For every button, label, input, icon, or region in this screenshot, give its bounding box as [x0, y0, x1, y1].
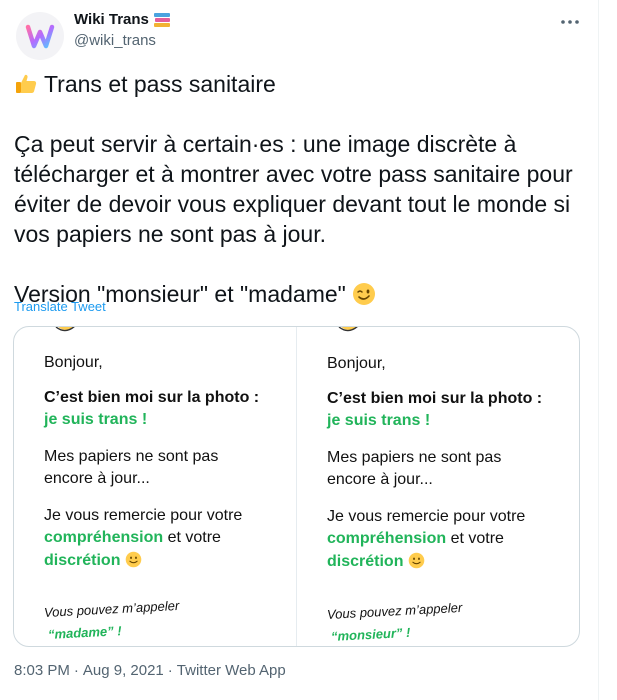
- winking-face-icon: [353, 283, 376, 305]
- card-thanks-line-2: compréhension et votre: [44, 529, 221, 547]
- card-thanks-line-3: discrétion: [44, 551, 142, 570]
- card-trans-line: je suis trans !: [44, 411, 148, 428]
- tweet: Wiki Trans @wiki_trans Trans et pass san…: [0, 0, 599, 700]
- media-grid[interactable]: Bonjour, C’est bien moi sur la photo : j…: [13, 326, 580, 647]
- card-photo-line: C’est bien moi sur la photo :: [327, 390, 543, 407]
- card-papers-line-2: encore à jour...: [44, 470, 150, 487]
- media-image-madame[interactable]: Bonjour, C’est bien moi sur la photo : j…: [14, 327, 296, 646]
- media-image-monsieur[interactable]: Bonjour, C’est bien moi sur la photo : j…: [297, 327, 579, 646]
- card-call-line: Vous pouvez m’appeler: [326, 599, 463, 622]
- avatar[interactable]: [16, 12, 64, 60]
- card-discretion: discrétion: [44, 552, 121, 569]
- more-horizontal-icon[interactable]: [558, 10, 582, 34]
- card-comprehension: compréhension: [44, 529, 164, 546]
- card-thanks-line-1: Je vous remercie pour votre: [327, 508, 526, 525]
- author-name-row: Wiki Trans: [74, 11, 171, 28]
- card-and: et votre: [163, 529, 221, 546]
- card-comprehension: compréhension: [327, 530, 447, 547]
- thumbs-up-icon: [16, 74, 37, 93]
- tweet-meta: 8:03 PM · Aug 9, 2021 · Twitter Web App: [14, 662, 286, 679]
- wiki-trans-logo-icon: [25, 24, 55, 49]
- tweet-body-line-2: télécharger et à montrer avec votre pass…: [14, 161, 573, 187]
- tweet-title-line: Trans et pass sanitaire: [14, 69, 589, 99]
- handle[interactable]: @wiki_trans: [74, 32, 156, 49]
- meta-separator: ·: [167, 662, 173, 679]
- card-thanks-line-3: discrétion: [327, 552, 425, 571]
- card-thanks-line-2: compréhension et votre: [327, 530, 504, 548]
- card-papers-line-2: encore à jour...: [327, 471, 433, 488]
- card-papers-line-1: Mes papiers ne sont pas: [327, 449, 502, 466]
- card-and: et votre: [446, 530, 504, 547]
- tweet-body-line-4: vos papiers ne sont pas à jour.: [14, 221, 326, 247]
- smiley-icon: [55, 327, 75, 332]
- card-thanks-line-1: Je vous remercie pour votre: [44, 507, 243, 524]
- card-papers-line-1: Mes papiers ne sont pas: [44, 448, 219, 465]
- tweet-title: Trans et pass sanitaire: [43, 71, 276, 97]
- card-call-line: Vous pouvez m’appeler: [43, 597, 180, 620]
- card-greeting: Bonjour,: [44, 354, 103, 371]
- tweet-body-line-3: éviter de devoir vous expliquer devant t…: [14, 191, 571, 217]
- card-photo-line: C’est bien moi sur la photo :: [44, 389, 260, 406]
- books-icon: [153, 12, 170, 27]
- card-call-name: “madame” !: [47, 623, 122, 642]
- translate-tweet-link[interactable]: Translate Tweet: [14, 299, 106, 314]
- smiley-icon: [408, 552, 425, 569]
- tweet-time[interactable]: 8:03 PM: [14, 662, 70, 679]
- tweet-body-line-1: Ça peut servir à certain·es : une image …: [14, 131, 517, 157]
- tweet-source[interactable]: Twitter Web App: [177, 662, 286, 679]
- smiley-icon: [125, 551, 142, 568]
- card-trans-line: je suis trans !: [327, 412, 431, 429]
- tweet-date[interactable]: Aug 9, 2021: [83, 662, 164, 679]
- card-greeting: Bonjour,: [327, 355, 386, 372]
- display-name[interactable]: Wiki Trans: [74, 11, 149, 28]
- card-call-name: “monsieur” !: [330, 624, 411, 644]
- card-discretion: discrétion: [327, 553, 404, 570]
- smiley-icon: [338, 327, 358, 332]
- tweet-text: Trans et pass sanitaire Ça peut servir à…: [14, 69, 589, 309]
- meta-separator: ·: [73, 662, 79, 679]
